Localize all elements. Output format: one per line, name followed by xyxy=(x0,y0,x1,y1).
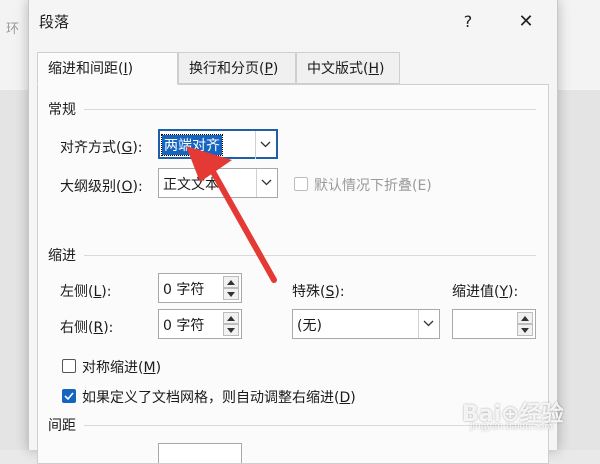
watermark-url: jingyan.baidu.com xyxy=(470,422,554,432)
tab-indent-spacing[interactable]: 缩进和间距(I) xyxy=(37,52,178,85)
